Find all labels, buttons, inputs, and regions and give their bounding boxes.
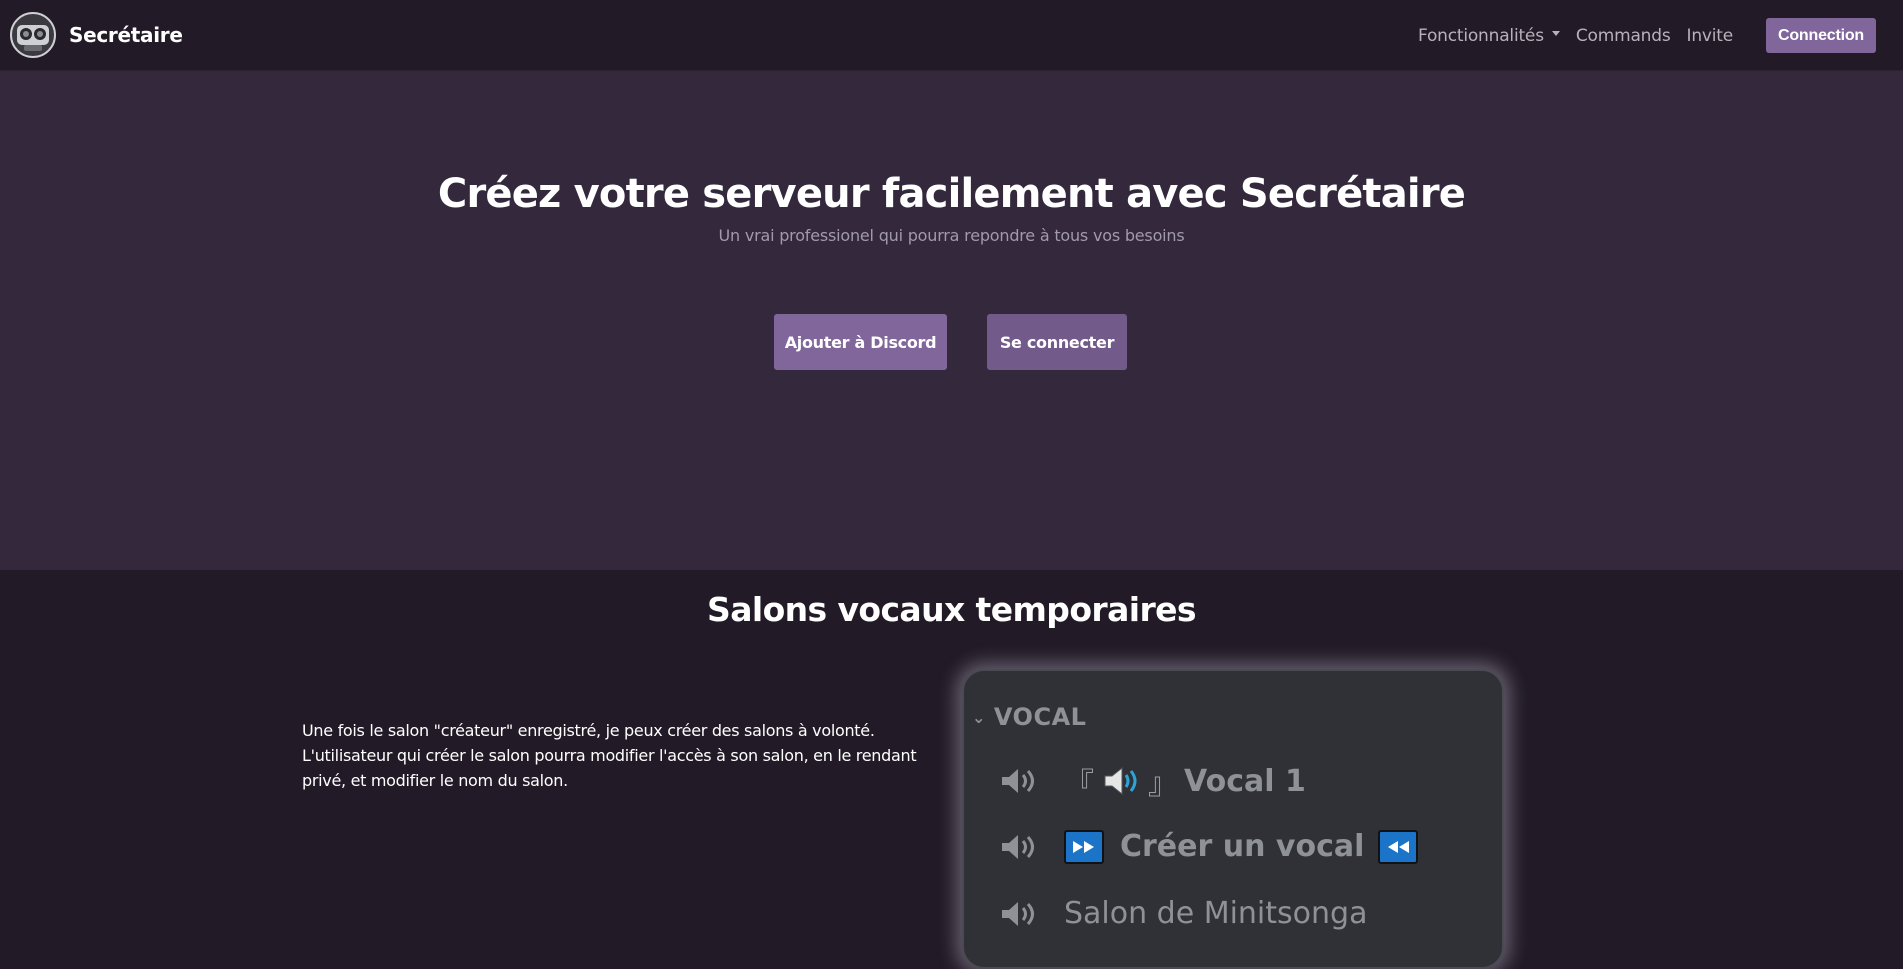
rewind-emoji-icon (1378, 829, 1419, 864)
navbar: Secrétaire Fonctionnalités Commands Invi… (0, 0, 1903, 71)
feature-title: Salons vocaux temporaires (707, 590, 1197, 629)
add-to-discord-button[interactable]: Ajouter à Discord (774, 314, 947, 370)
discord-channel-create-vocal: Créer un vocal (998, 829, 1419, 864)
nav-fonctionnalites-dropdown[interactable]: Fonctionnalités (1418, 26, 1560, 46)
channel-name: Vocal 1 (1184, 763, 1306, 799)
bracket-close: 』 (1148, 767, 1178, 802)
loud-speaker-emoji-icon (1100, 763, 1144, 799)
discord-channel-vocal-1: 『 』 Vocal 1 (998, 759, 1306, 803)
feature-description: Une fois le salon "créateur" enregistré,… (302, 718, 942, 793)
discord-channel-minitsonga: Salon de Minitsonga (998, 896, 1367, 931)
channel-name: Salon de Minitsonga (1064, 896, 1368, 931)
brand-name: Secrétaire (69, 23, 183, 47)
hero-subtitle: Un vrai professionel qui pourra repondre… (718, 226, 1185, 245)
channel-name: Créer un vocal (1120, 829, 1365, 864)
login-button[interactable]: Se connecter (987, 314, 1127, 370)
caret-down-icon (1551, 31, 1560, 36)
fast-forward-emoji-icon (1064, 829, 1104, 864)
speaker-icon (1002, 834, 1034, 859)
bracket-open: 『 (1064, 767, 1094, 802)
speaker-icon (1002, 769, 1034, 793)
brand[interactable]: Secrétaire (10, 12, 183, 58)
nav-links: Fonctionnalités Commands Invite Connecti… (1402, 0, 1876, 71)
nav-commands-link[interactable]: Commands (1576, 26, 1671, 46)
category-label: VOCAL (993, 703, 1087, 731)
connection-button[interactable]: Connection (1766, 18, 1876, 53)
feature-line: privé, et modifier le nom du salon. (302, 771, 568, 790)
discord-preview-image: ⌄ VOCAL 『 』 Vocal 1 Créer un vocal Salon… (962, 669, 1504, 969)
discord-category: ⌄ VOCAL (972, 703, 1086, 731)
feature-line: L'utilisateur qui créer le salon pourra … (302, 746, 917, 765)
hero-title: Créez votre serveur facilement avec Secr… (437, 171, 1466, 217)
hero-section: Créez votre serveur facilement avec Secr… (0, 71, 1903, 570)
feature-line: Une fois le salon "créateur" enregistré,… (302, 721, 875, 740)
chevron-down-icon: ⌄ (972, 707, 986, 727)
speaker-icon (1002, 901, 1034, 926)
nav-fonctionnalites-label: Fonctionnalités (1417, 25, 1544, 46)
robot-logo-icon (10, 12, 56, 58)
nav-invite-link[interactable]: Invite (1687, 26, 1734, 46)
